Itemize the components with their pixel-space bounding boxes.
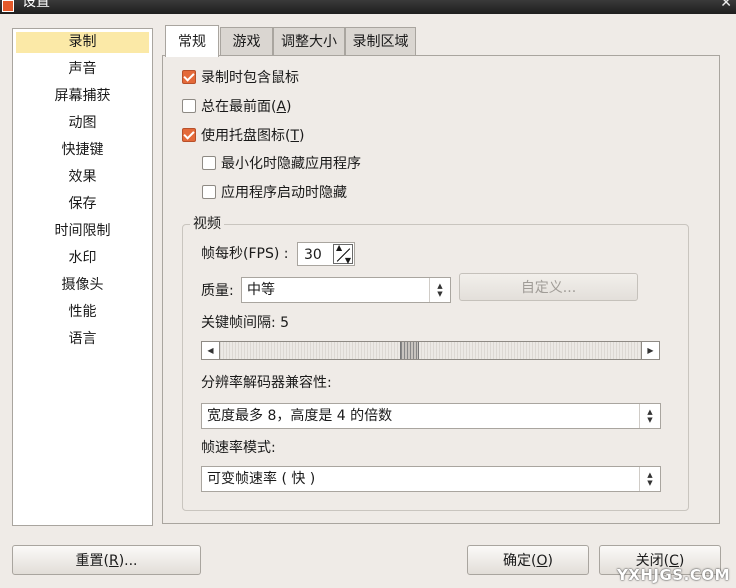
sidebar-item-effects[interactable]: 效果 xyxy=(16,167,149,188)
reset-mnemonic: R xyxy=(108,553,119,569)
tray-icon-checkbox[interactable] xyxy=(182,128,196,142)
resolution-compat-value: 宽度最多 8，高度是 4 的倍数 xyxy=(207,408,393,424)
sidebar-item-screen-capture[interactable]: 屏幕捕获 xyxy=(16,86,149,107)
combo-arrows-icon: ▲ ▼ xyxy=(429,278,450,302)
slider-thumb[interactable] xyxy=(400,342,419,359)
sidebar-item-save[interactable]: 保存 xyxy=(16,194,149,215)
video-group-title: 视频 xyxy=(190,213,224,233)
hide-on-start-label: 应用程序启动时隐藏 xyxy=(221,185,347,201)
always-on-top-option[interactable]: 总在最前面(A) xyxy=(182,96,292,118)
sidebar-item-language[interactable]: 语言 xyxy=(16,329,149,350)
scroll-left-icon[interactable]: ◀ xyxy=(202,342,220,359)
sidebar-item-hotkeys[interactable]: 快捷键 xyxy=(16,140,149,161)
ok-label-pre: 确定( xyxy=(503,553,537,569)
tab-game[interactable]: 游戏 xyxy=(220,27,273,55)
fps-label: 帧每秒(FPS) : xyxy=(201,246,289,262)
tray-icon-label-post: ) xyxy=(299,128,305,144)
custom-quality-button[interactable]: 自定义... xyxy=(459,273,638,301)
sidebar-item-time-limit[interactable]: 时间限制 xyxy=(16,221,149,242)
framerate-mode-select[interactable]: 可变帧速率 ( 快 ) ▲ ▼ xyxy=(201,466,661,492)
app-icon xyxy=(2,0,14,12)
reset-label-post: )... xyxy=(118,553,138,569)
ok-button[interactable]: 确定(O) xyxy=(467,545,589,575)
tab-resize[interactable]: 调整大小 xyxy=(273,27,345,55)
close-window-icon[interactable]: ✕ xyxy=(720,0,732,11)
sidebar-item-watermark[interactable]: 水印 xyxy=(16,248,149,269)
resolution-compat-select[interactable]: 宽度最多 8，高度是 4 的倍数 ▲ ▼ xyxy=(201,403,661,429)
fps-spinbox[interactable]: 30 xyxy=(297,242,355,266)
always-on-top-mnemonic: A xyxy=(276,99,287,115)
include-cursor-checkbox[interactable] xyxy=(182,70,196,84)
scroll-right-icon[interactable]: ▶ xyxy=(641,342,659,359)
title-bar: 设置 ✕ xyxy=(0,0,736,14)
hide-on-start-checkbox[interactable] xyxy=(202,185,216,199)
keyframe-interval-slider[interactable]: ◀ ▶ xyxy=(201,341,660,360)
reset-button[interactable]: 重置(R)... xyxy=(12,545,201,575)
framerate-mode-label: 帧速率模式: xyxy=(201,440,276,456)
hide-minimized-checkbox[interactable] xyxy=(202,156,216,170)
combo-arrows-icon: ▲ ▼ xyxy=(639,404,660,428)
ok-mnemonic: O xyxy=(536,553,548,569)
tray-icon-option[interactable]: 使用托盘图标(T) xyxy=(182,125,305,147)
keyframe-interval-label: 关键帧间隔: 5 xyxy=(201,315,290,331)
quality-select[interactable]: 中等 ▲ ▼ xyxy=(241,277,451,303)
tray-icon-label-pre: 使用托盘图标( xyxy=(201,128,291,144)
tray-icon-mnemonic: T xyxy=(290,128,300,144)
always-on-top-checkbox[interactable] xyxy=(182,99,196,113)
hide-minimized-option[interactable]: 最小化时隐藏应用程序 xyxy=(202,153,361,175)
sidebar-item-gif[interactable]: 动图 xyxy=(16,113,149,134)
tab-record-area[interactable]: 录制区域 xyxy=(345,27,416,55)
sidebar-item-sound[interactable]: 声音 xyxy=(16,59,149,80)
settings-category-list[interactable]: 录制 声音 屏幕捕获 动图 快捷键 效果 保存 时间限制 水印 摄像头 性能 语… xyxy=(12,28,153,526)
quality-label: 质量: xyxy=(201,283,234,299)
quality-value: 中等 xyxy=(247,282,275,298)
sidebar-item-webcam[interactable]: 摄像头 xyxy=(16,275,149,296)
resolution-compat-label: 分辨率解码器兼容性: xyxy=(201,375,332,391)
site-watermark: YXHJGS.COM xyxy=(616,566,730,584)
sidebar-item-performance[interactable]: 性能 xyxy=(16,302,149,323)
ok-label-post: ) xyxy=(547,553,553,569)
fps-value: 30 xyxy=(304,247,322,263)
always-on-top-label-pre: 总在最前面( xyxy=(201,99,277,115)
include-cursor-label: 录制时包含鼠标 xyxy=(201,70,299,86)
framerate-mode-value: 可变帧速率 ( 快 ) xyxy=(207,471,316,487)
reset-label-pre: 重置( xyxy=(75,553,109,569)
combo-arrows-icon: ▲ ▼ xyxy=(639,467,660,491)
tab-general[interactable]: 常规 xyxy=(165,25,219,57)
spin-arrows-icon[interactable] xyxy=(333,243,353,265)
include-cursor-option[interactable]: 录制时包含鼠标 xyxy=(182,67,299,89)
sidebar-item-record[interactable]: 录制 xyxy=(16,32,149,53)
always-on-top-label-post: ) xyxy=(286,99,292,115)
hide-minimized-label: 最小化时隐藏应用程序 xyxy=(221,156,361,172)
window-title: 设置 xyxy=(22,0,50,10)
hide-on-start-option[interactable]: 应用程序启动时隐藏 xyxy=(202,182,347,204)
